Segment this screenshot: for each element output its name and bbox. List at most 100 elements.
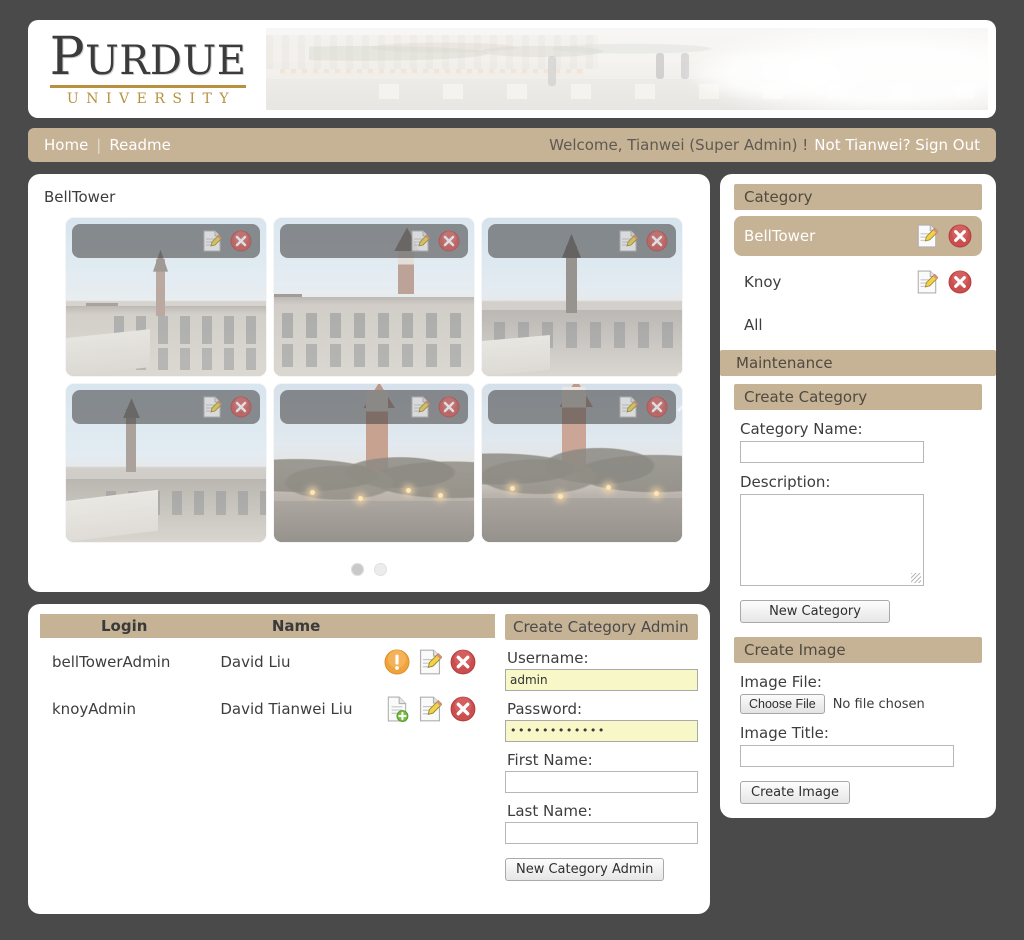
carousel-dots [28, 563, 710, 576]
username-label: Username: [506, 649, 589, 667]
column-header-actions [383, 614, 495, 638]
create-category-admin-title: Create Category Admin [504, 614, 698, 640]
add-document-icon[interactable] [384, 696, 410, 722]
sidebar-item-knoy[interactable]: Knoy [734, 262, 982, 302]
edit-icon[interactable] [410, 230, 431, 252]
navbar-links: Home | Readme [44, 136, 171, 154]
category-actions [916, 224, 972, 248]
choose-file-button[interactable]: Choose File [740, 694, 825, 714]
site-header: PURDUE UNIVERSITY [28, 20, 996, 118]
delete-icon[interactable] [646, 230, 668, 252]
category-name-label: Category Name: [740, 420, 863, 438]
gallery-thumbnail[interactable] [482, 384, 682, 542]
gallery-thumbnail[interactable] [482, 218, 682, 376]
category-admin-panel: Login Name bellTowerAdmin David Liu knoy… [28, 604, 710, 914]
sidebar-item-all[interactable]: All [734, 308, 982, 342]
cell-login: knoyAdmin [52, 699, 137, 718]
image-gallery-panel: BellTower [28, 174, 710, 592]
edit-icon[interactable] [202, 396, 223, 418]
nav-link-readme[interactable]: Readme [109, 136, 171, 154]
gallery-thumbnail[interactable] [66, 218, 266, 376]
delete-icon[interactable] [438, 396, 460, 418]
category-name: All [744, 316, 763, 334]
carousel-dot-2[interactable] [374, 563, 387, 576]
create-image-button[interactable]: Create Image [740, 781, 851, 804]
edit-icon[interactable] [618, 396, 639, 418]
app-root: PURDUE UNIVERSITY Home | Readme Welcome,… [0, 0, 1024, 940]
logo-divider [50, 85, 246, 88]
gallery-thumbnail[interactable] [274, 384, 474, 542]
username-input[interactable] [504, 669, 698, 691]
edit-icon[interactable] [202, 230, 223, 252]
column-header-login: Login [40, 614, 209, 638]
table-row: knoyAdmin David Tianwei Liu [40, 685, 495, 732]
last-name-input[interactable] [504, 822, 698, 844]
create-image-form: Image File: Choose File No file chosen I… [720, 673, 996, 804]
cell-name: David Liu [220, 652, 291, 671]
no-file-chosen-text: No file chosen [832, 696, 925, 712]
right-sidebar: Category BellTower Knoy All Maintenance … [720, 174, 996, 818]
university-label: UNIVERSITY [66, 91, 237, 107]
sidebar-header-category: Category [734, 184, 982, 210]
edit-icon[interactable] [418, 696, 443, 722]
row-action-group [384, 649, 494, 675]
gallery-thumbnail[interactable] [274, 218, 474, 376]
admin-table-wrapper: Login Name bellTowerAdmin David Liu knoy… [40, 614, 495, 904]
thumbnail-action-bar [72, 224, 260, 258]
first-name-input[interactable] [504, 771, 698, 793]
delete-icon[interactable] [646, 396, 668, 418]
delete-icon[interactable] [230, 230, 252, 252]
category-name-input[interactable] [740, 441, 924, 463]
edit-icon[interactable] [410, 396, 431, 418]
password-input[interactable]: •••••••••••• [504, 720, 698, 742]
delete-icon[interactable] [438, 230, 460, 252]
description-label: Description: [740, 473, 831, 491]
row-action-group [384, 696, 494, 722]
banner-overlay-wash [266, 28, 988, 110]
thumbnail-action-bar [488, 224, 676, 258]
category-admin-table: Login Name bellTowerAdmin David Liu knoy… [40, 614, 495, 732]
edit-icon[interactable] [618, 230, 639, 252]
description-textarea[interactable] [740, 494, 924, 586]
delete-icon[interactable] [948, 270, 972, 294]
delete-icon[interactable] [230, 396, 252, 418]
thumbnail-action-bar [280, 224, 468, 258]
cell-actions [384, 638, 495, 685]
gallery-thumbnail[interactable] [66, 384, 266, 542]
thumbnail-action-bar [488, 390, 676, 424]
edit-icon[interactable] [418, 649, 443, 675]
carousel-dot-1[interactable] [351, 563, 364, 576]
warning-icon[interactable] [384, 649, 410, 675]
content-columns: BellTower Login Name bellTowerAdmin Davi… [28, 174, 996, 914]
create-category-admin-form: Create Category Admin Username: Password… [504, 614, 698, 904]
nav-link-home[interactable]: Home [44, 136, 88, 154]
new-category-admin-button[interactable]: New Category Admin [504, 858, 665, 881]
create-category-form: Category Name: Description: New Category [720, 420, 996, 623]
password-label: Password: [506, 700, 583, 718]
table-header-row: Login Name [40, 614, 495, 638]
resize-grip-icon[interactable] [911, 573, 921, 583]
table-body: bellTowerAdmin David Liu knoyAdmin David… [40, 638, 495, 732]
file-input-row: Choose File No file chosen [740, 694, 976, 714]
cell-login: bellTowerAdmin [52, 652, 171, 671]
chevron-right-icon[interactable] [670, 370, 704, 414]
category-name: BellTower [744, 227, 816, 245]
delete-icon[interactable] [450, 696, 476, 722]
edit-icon[interactable] [916, 270, 939, 294]
new-category-button[interactable]: New Category [740, 600, 890, 623]
edit-icon[interactable] [916, 224, 939, 248]
thumbnail-action-bar [72, 390, 260, 424]
wordmark-initial: P [49, 27, 86, 87]
create-category-title: Create Category [734, 384, 982, 410]
chevron-left-icon[interactable] [34, 370, 68, 414]
thumbnail-action-bar [280, 390, 468, 424]
delete-icon[interactable] [948, 224, 972, 248]
image-file-label: Image File: [740, 673, 822, 691]
wordmark-rest: URDUE [85, 38, 247, 84]
sidebar-item-belltower[interactable]: BellTower [734, 216, 982, 256]
cell-name: David Tianwei Liu [220, 699, 353, 718]
image-title-input[interactable] [740, 745, 954, 767]
delete-icon[interactable] [450, 649, 476, 675]
welcome-message: Welcome, Tianwei (Super Admin) ! [549, 136, 809, 154]
sign-out-link[interactable]: Not Tianwei? Sign Out [814, 136, 980, 154]
